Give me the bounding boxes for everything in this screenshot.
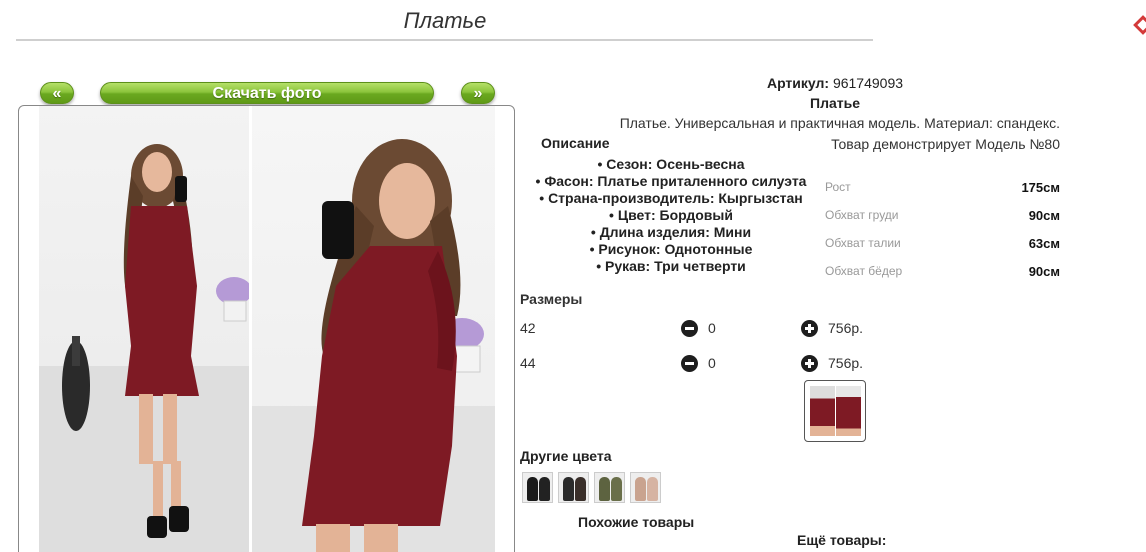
plus-circle-icon[interactable]	[801, 320, 818, 337]
article-line: Артикул: 961749093	[520, 75, 1146, 91]
measurement-label: Обхват талии	[825, 236, 901, 250]
color-swatch-beige[interactable]	[630, 472, 661, 503]
feature-item: Страна-производитель: Кыргызстан	[520, 190, 822, 207]
next-photo-button[interactable]: »	[461, 82, 495, 104]
photo-right-panel	[252, 106, 495, 552]
feature-item: Сезон: Осень-весна	[520, 156, 822, 173]
minus-circle-icon[interactable]	[681, 355, 698, 372]
prev-photo-button[interactable]: «	[40, 82, 74, 104]
thumbnail-half-left	[810, 386, 835, 436]
quantity-value: 0	[708, 355, 716, 371]
measurement-value: 90см	[1028, 208, 1060, 223]
size-label: 42	[520, 320, 536, 336]
plus-circle-icon[interactable]	[801, 355, 818, 372]
measurement-value: 90см	[1028, 264, 1060, 279]
article-label: Артикул:	[766, 75, 830, 91]
close-diamond-icon[interactable]	[1133, 15, 1146, 35]
color-swatch-olive[interactable]	[594, 472, 625, 503]
feature-item: Рукав: Три четверти	[520, 258, 822, 275]
download-photo-button[interactable]: Скачать фото	[100, 82, 434, 104]
measurement-label: Рост	[825, 180, 851, 194]
thumbnail-half-right	[836, 386, 861, 436]
color-swatch-black[interactable]	[522, 472, 553, 503]
feature-list: Сезон: Осень-весна Фасон: Платье притале…	[520, 156, 822, 275]
feature-item: Рисунок: Однотонные	[520, 241, 822, 258]
measurement-label: Обхват груди	[825, 208, 899, 222]
feature-item: Длина изделия: Мини	[520, 224, 822, 241]
photo-thumbnail[interactable]	[804, 380, 866, 442]
similar-products-heading: Похожие товары	[578, 514, 695, 530]
price-value: 756р.	[828, 320, 864, 336]
size-row: 42 0 756р.	[520, 320, 880, 340]
size-label: 44	[520, 355, 536, 371]
more-products-heading: Ещё товары:	[797, 532, 887, 548]
model-photo-left	[39, 144, 249, 552]
measurement-value: 63см	[1028, 236, 1060, 251]
price-value: 756р.	[828, 355, 864, 371]
product-name: Платье	[810, 95, 860, 111]
article-value: 961749093	[832, 75, 904, 91]
title-divider	[16, 39, 873, 41]
feature-item: Фасон: Платье приталенного силуэта	[520, 173, 822, 190]
photo-left-panel	[39, 106, 249, 552]
sizes-heading: Размеры	[520, 291, 583, 307]
measurement-label: Обхват бёдер	[825, 264, 903, 278]
minus-circle-icon[interactable]	[681, 320, 698, 337]
model-title: Товар демонстрирует Модель №80	[831, 136, 1060, 152]
product-photo[interactable]	[18, 105, 515, 552]
page-title: Платье	[403, 8, 487, 33]
product-description: Платье. Универсальная и практичная модел…	[619, 115, 1060, 131]
model-photo-right	[252, 139, 495, 552]
quantity-value: 0	[708, 320, 716, 336]
measurement-value: 175см	[1021, 180, 1060, 195]
other-colors-heading: Другие цвета	[520, 448, 612, 464]
feature-item: Цвет: Бордовый	[520, 207, 822, 224]
color-swatch-dark[interactable]	[558, 472, 589, 503]
size-row: 44 0 756р.	[520, 355, 880, 375]
